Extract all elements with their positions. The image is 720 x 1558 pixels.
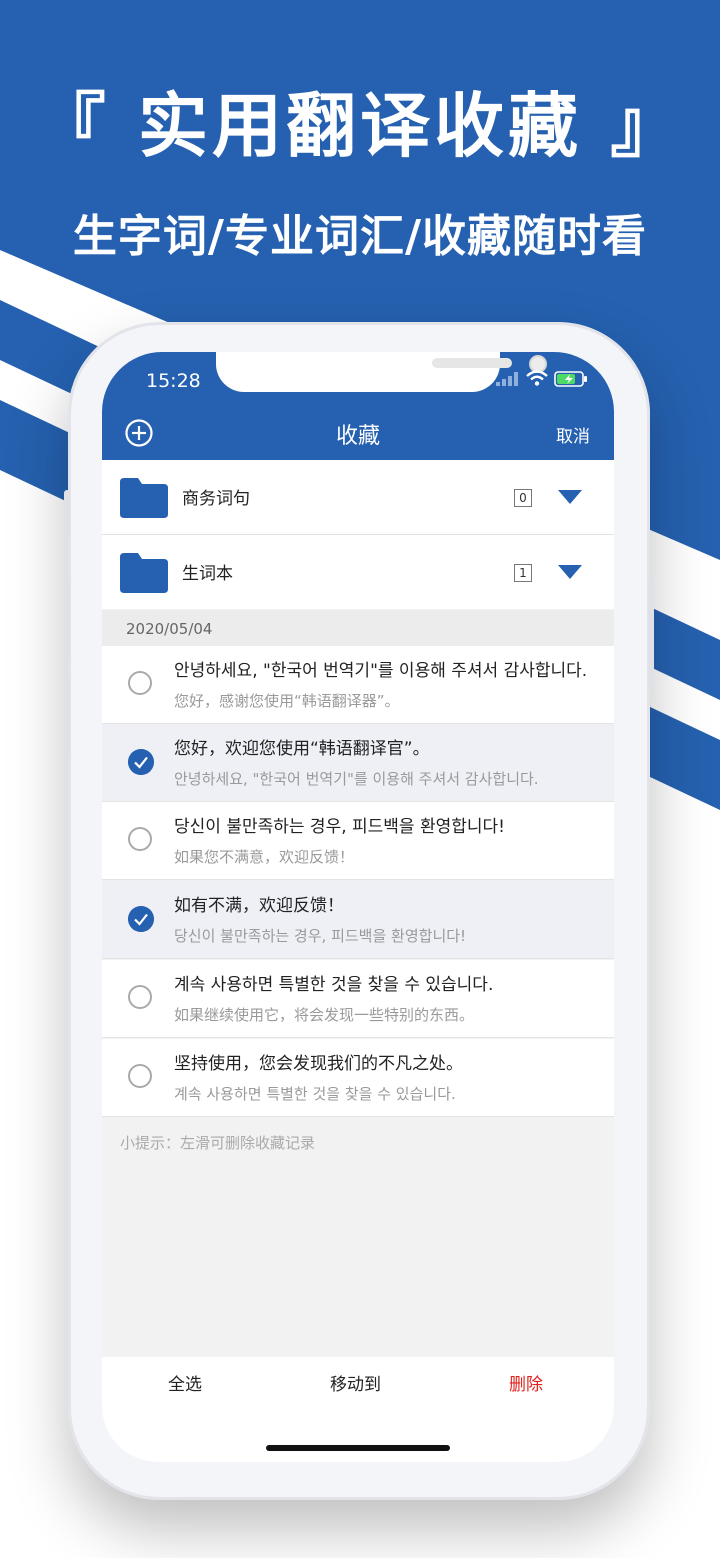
move-to-button[interactable]: 移动到 (330, 1370, 381, 1395)
item-main-text: 您好，欢迎您使用“韩语翻译官”。 (174, 739, 430, 759)
page-title: 收藏 (335, 424, 380, 449)
phone-volume-up (64, 580, 70, 660)
select-all-button[interactable]: 全选 (168, 1370, 202, 1395)
item-main-text: 坚持使用，您会发现我们的不凡之处。 (174, 1054, 463, 1074)
folder-name: 商务词句 (182, 489, 250, 509)
item-sub-text: 如果您不满意，欢迎反馈！ (174, 848, 355, 866)
folder-count: 1 (514, 564, 532, 582)
item-sub-text: 당신이 불만족하는 경우, 피드백을 환영합니다! (174, 927, 467, 945)
list-item[interactable]: 您好，欢迎您使用“韩语翻译官”。 안녕하세요, "한국어 번역기"를 이용해 주… (102, 724, 614, 802)
unchecked-circle-icon[interactable] (128, 985, 152, 1009)
item-main-text: 안녕하세요, "한국어 번역기"를 이용해 주셔서 감사합니다. (174, 661, 588, 681)
item-sub-text: 如果继续使用它，将会发现一些特别的东西。 (174, 1006, 475, 1024)
folder-row[interactable]: 生词本 1 (102, 535, 614, 609)
folder-row[interactable]: 商务词句 0 (102, 460, 614, 534)
folder-icon (120, 478, 168, 518)
list-item[interactable]: 如有不满，欢迎反馈！ 당신이 불만족하는 경우, 피드백을 환영합니다! (102, 881, 614, 959)
speaker (432, 358, 512, 368)
folder-icon (120, 553, 168, 593)
promo-subline: 生字词/专业词汇/收藏随时看 (72, 211, 648, 262)
wifi-icon (526, 370, 548, 386)
date-text: 2020/05/04 (126, 620, 213, 638)
phone-volume-down (64, 675, 70, 755)
item-sub-text: 안녕하세요, "한국어 번역기"를 이용해 주셔서 감사합니다. (174, 770, 539, 788)
battery-icon (554, 371, 587, 387)
list-item[interactable]: 안녕하세요, "한국어 번역기"를 이용해 주셔서 감사합니다. 您好，感谢您使… (102, 646, 614, 724)
app-screen: 15:28 收藏 取消 商务词句 0 生词本 1 2020/05/04 안녕하세… (102, 352, 614, 1462)
unchecked-circle-icon[interactable] (128, 827, 152, 851)
delete-button[interactable]: 删除 (509, 1370, 543, 1395)
phone-side-button (64, 490, 70, 536)
folder-count: 0 (514, 489, 532, 507)
checked-circle-icon[interactable] (128, 906, 154, 932)
chevron-down-icon[interactable] (558, 565, 582, 579)
item-sub-text: 계속 사용하면 특별한 것을 찾을 수 있습니다. (174, 1085, 456, 1103)
home-indicator[interactable] (266, 1445, 450, 1451)
bottom-toolbar: 全选 移动到 删除 (102, 1357, 614, 1462)
folder-name: 生词本 (182, 564, 233, 584)
list-item[interactable]: 당신이 불만족하는 경우, 피드백을 환영합니다! 如果您不满意，欢迎反馈！ (102, 802, 614, 880)
notch (216, 352, 547, 392)
checked-circle-icon[interactable] (128, 749, 154, 775)
item-main-text: 如有不满，欢迎反馈！ (174, 896, 344, 916)
status-time: 15:28 (146, 370, 201, 392)
item-main-text: 당신이 불만족하는 경우, 피드백을 환영합니다! (174, 817, 505, 837)
unchecked-circle-icon[interactable] (128, 671, 152, 695)
item-sub-text: 您好，感谢您使用“韩语翻译器”。 (174, 692, 400, 710)
swipe-hint: 小提示：左滑可删除收藏记录 (120, 1134, 316, 1152)
item-main-text: 계속 사용하면 특별한 것을 찾을 수 있습니다. (174, 975, 494, 995)
promo-headline: 『 实用翻译收藏 』 (35, 85, 685, 167)
phone-power-button (648, 580, 654, 690)
cancel-button[interactable]: 取消 (556, 422, 590, 447)
chevron-down-icon[interactable] (558, 490, 582, 504)
unchecked-circle-icon[interactable] (128, 1064, 152, 1088)
list-item[interactable]: 坚持使用，您会发现我们的不凡之处。 계속 사용하면 특별한 것을 찾을 수 있습… (102, 1039, 614, 1117)
date-header: 2020/05/04 (102, 610, 614, 646)
list-item[interactable]: 계속 사용하면 특별한 것을 찾을 수 있습니다. 如果继续使用它，将会发现一些… (102, 960, 614, 1038)
signal-icon (496, 372, 518, 386)
